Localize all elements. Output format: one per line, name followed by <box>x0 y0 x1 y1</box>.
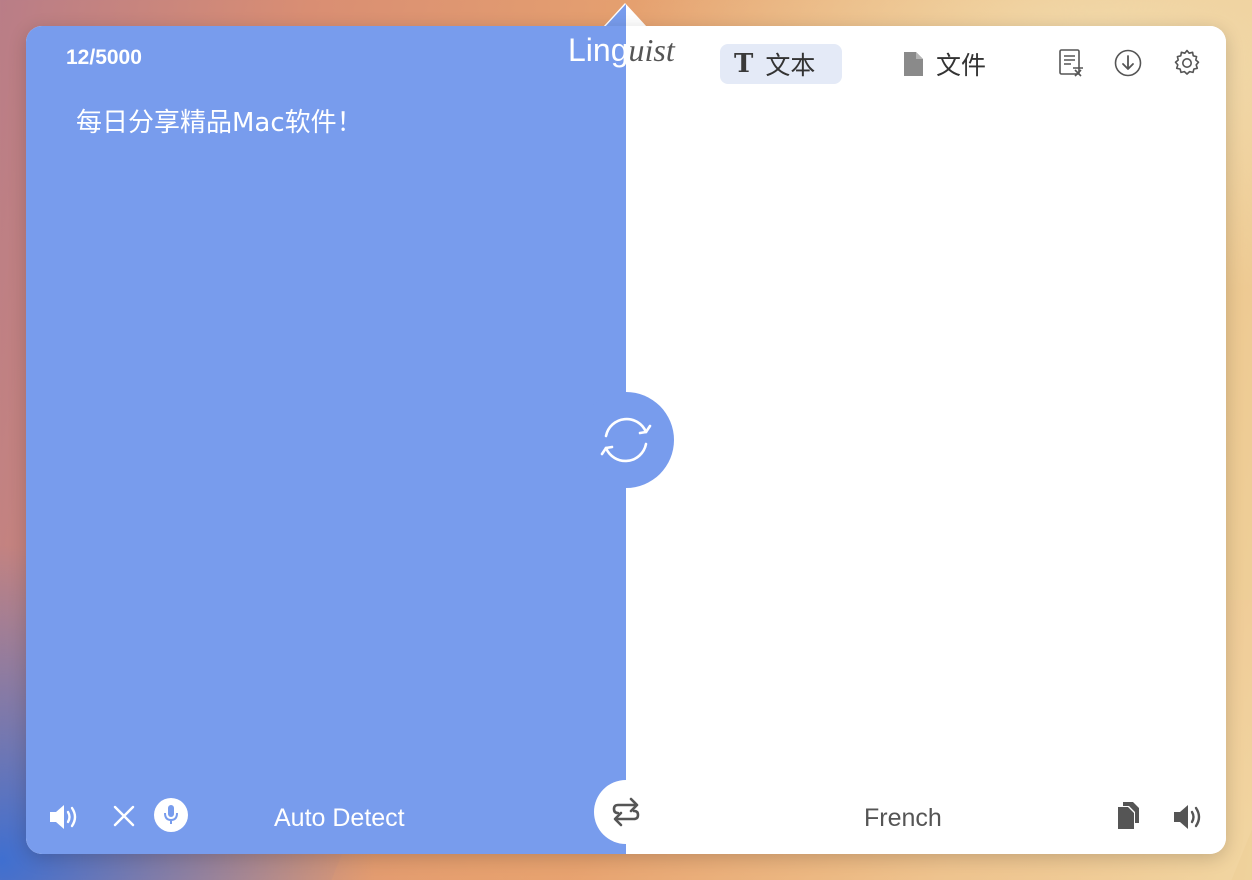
app-logo: Linguist <box>568 32 675 69</box>
clear-close-icon[interactable] <box>110 802 138 830</box>
tab-file-label: 文件 <box>936 51 987 80</box>
logo-part-2: uist <box>628 32 675 68</box>
logo-part-1: Ling <box>568 32 629 68</box>
tab-file[interactable]: 文件 <box>888 44 1018 84</box>
swap-icon <box>610 795 642 829</box>
tab-text-label: 文本 <box>765 51 816 80</box>
document-icon <box>902 51 924 77</box>
source-speaker-icon[interactable] <box>46 800 82 834</box>
microphone-icon[interactable] <box>154 798 188 832</box>
tab-text[interactable]: T 文本 <box>720 44 842 84</box>
gear-icon[interactable] <box>1172 48 1202 78</box>
target-pane <box>626 26 1226 854</box>
source-language-selector[interactable]: Auto Detect <box>274 804 405 833</box>
sync-translate-button[interactable] <box>578 392 674 488</box>
history-icon[interactable] <box>1056 48 1086 78</box>
sync-icon <box>591 410 661 470</box>
text-t-icon: T <box>734 49 754 79</box>
copy-icon[interactable] <box>1112 800 1144 832</box>
swap-languages-button[interactable] <box>594 780 658 844</box>
char-count: 12/5000 <box>66 46 142 69</box>
target-speaker-icon[interactable] <box>1170 800 1206 834</box>
target-language-selector[interactable]: French <box>864 804 942 833</box>
source-pane[interactable]: 12/5000 每日分享精品Mac软件！ Auto Detect <box>26 26 626 854</box>
source-text-input[interactable]: 每日分享精品Mac软件！ <box>76 102 363 139</box>
linguist-window: 12/5000 每日分享精品Mac软件！ Auto Detect Linguis… <box>26 26 1226 854</box>
download-icon[interactable] <box>1113 48 1143 78</box>
